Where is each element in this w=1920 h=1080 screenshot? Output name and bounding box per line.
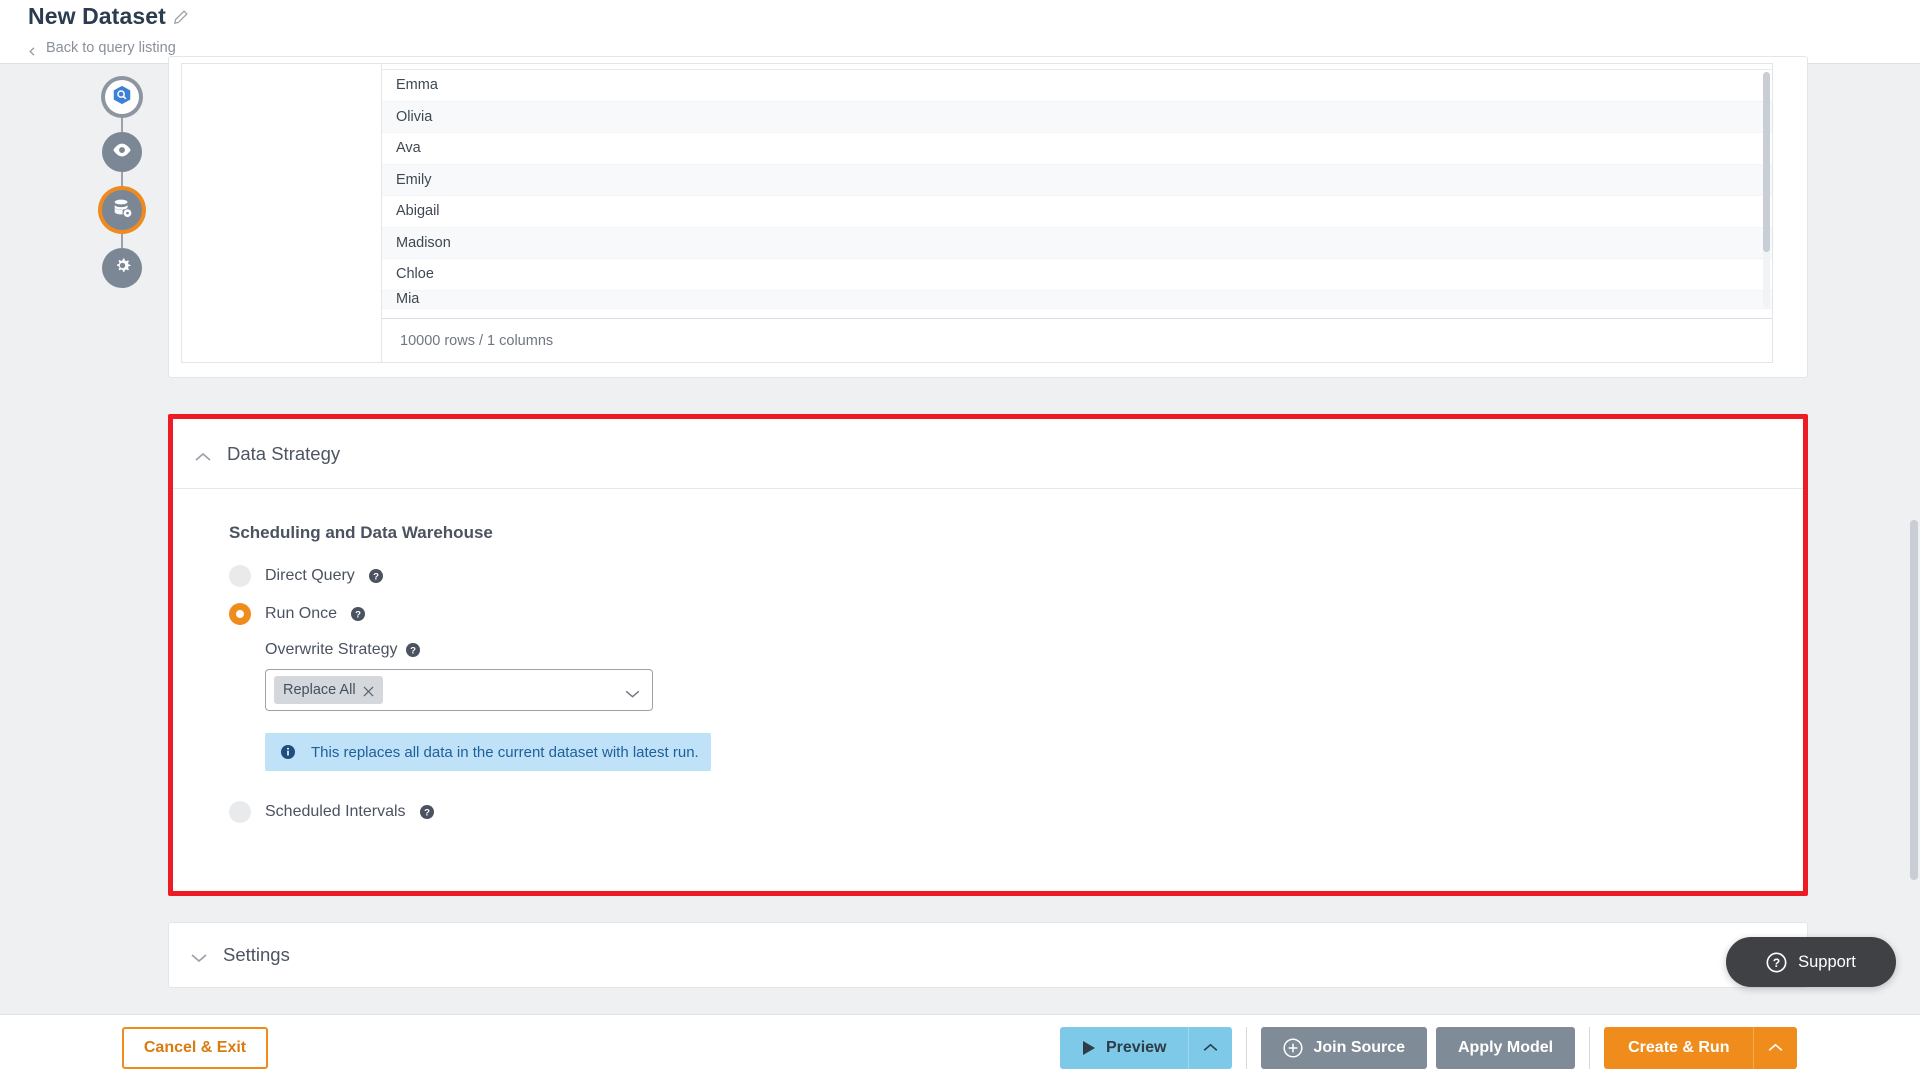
- overwrite-strategy-label: Overwrite Strategy: [265, 641, 398, 658]
- pencil-icon[interactable]: [172, 9, 189, 26]
- radio-button[interactable]: [229, 801, 251, 823]
- preview-grid-body: Emma Olivia Ava Emily Abigail Madison Ch…: [382, 64, 1772, 362]
- preview-grid: Emma Olivia Ava Emily Abigail Madison Ch…: [181, 63, 1773, 363]
- preview-grid-rows[interactable]: Emma Olivia Ava Emily Abigail Madison Ch…: [382, 70, 1772, 310]
- close-icon[interactable]: [363, 685, 374, 697]
- breadcrumb[interactable]: Back to query listing: [28, 40, 176, 56]
- table-row[interactable]: Mia: [382, 290, 1772, 309]
- selected-chip[interactable]: Replace All: [274, 676, 383, 704]
- stepper-rail: [94, 80, 150, 288]
- chevron-down-icon[interactable]: [625, 686, 640, 698]
- radio-label: Scheduled Intervals: [265, 803, 406, 820]
- stepper-connector: [121, 230, 123, 248]
- database-gear-icon: [111, 197, 133, 224]
- svg-text:?: ?: [424, 808, 430, 819]
- sidebar-item-preview[interactable]: [102, 132, 142, 172]
- data-strategy-panel: Data Strategy Scheduling and Data Wareho…: [168, 414, 1808, 896]
- settings-header[interactable]: Settings: [169, 923, 1807, 987]
- page-scrollbar-thumb[interactable]: [1910, 520, 1918, 880]
- help-circle-icon[interactable]: ?: [419, 805, 434, 819]
- data-strategy-body: Scheduling and Data Warehouse Direct Que…: [173, 489, 1803, 831]
- data-strategy-header[interactable]: Data Strategy: [173, 419, 1803, 489]
- table-row[interactable]: Emily: [382, 164, 1772, 196]
- radio-option-scheduled-intervals[interactable]: Scheduled Intervals ?: [229, 793, 1803, 831]
- info-banner: This replaces all data in the current da…: [265, 733, 711, 771]
- overwrite-strategy-label-row: Overwrite Strategy ?: [265, 641, 1803, 659]
- info-banner-text: This replaces all data in the current da…: [311, 743, 699, 761]
- cancel-exit-button[interactable]: Cancel & Exit: [122, 1027, 268, 1069]
- preview-label: Preview: [1106, 1039, 1167, 1056]
- help-circle-icon[interactable]: ?: [351, 607, 366, 621]
- page-title: New Dataset: [28, 3, 166, 29]
- toolbar-divider: [1246, 1027, 1248, 1069]
- section-title: Settings: [223, 944, 290, 965]
- chevron-up-icon[interactable]: [195, 449, 211, 461]
- radio-label: Direct Query: [265, 567, 355, 584]
- radio-button[interactable]: [229, 603, 251, 625]
- table-row[interactable]: Chloe: [382, 259, 1772, 291]
- table-row[interactable]: Madison: [382, 227, 1772, 259]
- support-button[interactable]: ? Support: [1726, 937, 1896, 987]
- chevron-up-icon: [1768, 1039, 1783, 1057]
- app-root: New Dataset Back to query listing Emma O…: [0, 0, 1920, 1080]
- sidebar-item-data-strategy[interactable]: [102, 190, 142, 230]
- create-run-button[interactable]: Create & Run: [1604, 1027, 1754, 1069]
- svg-text:?: ?: [411, 646, 417, 657]
- radio-button[interactable]: [229, 565, 251, 587]
- chevron-up-icon: [1203, 1039, 1218, 1057]
- model-run-button-group: Apply Model Create & Run: [1436, 1027, 1798, 1069]
- chevron-down-icon[interactable]: [191, 950, 207, 963]
- join-source-button[interactable]: Join Source: [1261, 1027, 1428, 1069]
- svg-text:?: ?: [355, 610, 361, 621]
- overwrite-strategy-group: Overwrite Strategy ? Replace All This re…: [229, 641, 1803, 771]
- footer-toolbar: Cancel & Exit Preview Join Source Apply …: [0, 1014, 1920, 1080]
- help-circle-icon: ?: [1766, 952, 1787, 973]
- table-row[interactable]: Emma: [382, 70, 1772, 102]
- help-circle-icon[interactable]: ?: [368, 569, 383, 583]
- stepper-connector: [121, 172, 123, 190]
- join-source-label: Join Source: [1313, 1039, 1406, 1056]
- settings-panel: Settings: [168, 922, 1808, 988]
- data-preview-panel: Emma Olivia Ava Emily Abigail Madison Ch…: [168, 56, 1808, 378]
- radio-option-run-once[interactable]: Run Once ?: [229, 595, 1803, 633]
- sidebar-item-query[interactable]: [105, 80, 139, 114]
- svg-text:?: ?: [373, 572, 379, 583]
- table-row[interactable]: Olivia: [382, 101, 1772, 133]
- eye-icon: [111, 139, 133, 166]
- stepper-connector: [121, 114, 123, 132]
- chip-label: Replace All: [283, 682, 356, 698]
- info-circle-icon: [281, 745, 295, 759]
- overwrite-strategy-select[interactable]: Replace All: [265, 669, 653, 711]
- preview-row-count: 10000 rows / 1 columns: [382, 318, 1772, 362]
- breadcrumb-label: Back to query listing: [46, 40, 176, 56]
- section-title: Data Strategy: [227, 442, 341, 464]
- page-header: New Dataset Back to query listing: [0, 0, 1920, 64]
- preview-button[interactable]: Preview: [1060, 1027, 1189, 1069]
- table-row[interactable]: Ava: [382, 133, 1772, 165]
- plus-circle-icon: [1283, 1038, 1304, 1058]
- grid-scrollbar-thumb[interactable]: [1763, 72, 1770, 252]
- help-circle-icon[interactable]: ?: [406, 643, 421, 657]
- gear-icon: [112, 255, 133, 281]
- svg-text:?: ?: [1773, 955, 1780, 969]
- play-icon: [1082, 1040, 1096, 1056]
- preview-button-group: Preview Join Source: [1060, 1027, 1428, 1069]
- table-row[interactable]: Abigail: [382, 196, 1772, 228]
- radio-option-direct-query[interactable]: Direct Query ?: [229, 557, 1803, 595]
- search-hexagon-icon: [111, 84, 133, 111]
- preview-dropdown-button[interactable]: [1188, 1027, 1233, 1069]
- chevron-left-icon: [28, 44, 37, 56]
- radio-label: Run Once: [265, 605, 338, 622]
- create-run-dropdown-button[interactable]: [1753, 1027, 1798, 1069]
- scheduling-subheading: Scheduling and Data Warehouse: [229, 523, 493, 542]
- support-label: Support: [1798, 952, 1856, 971]
- preview-grid-left-gutter: [182, 64, 382, 362]
- apply-model-button[interactable]: Apply Model: [1436, 1027, 1576, 1069]
- toolbar-divider: [1589, 1027, 1591, 1069]
- sidebar-item-settings[interactable]: [102, 248, 142, 288]
